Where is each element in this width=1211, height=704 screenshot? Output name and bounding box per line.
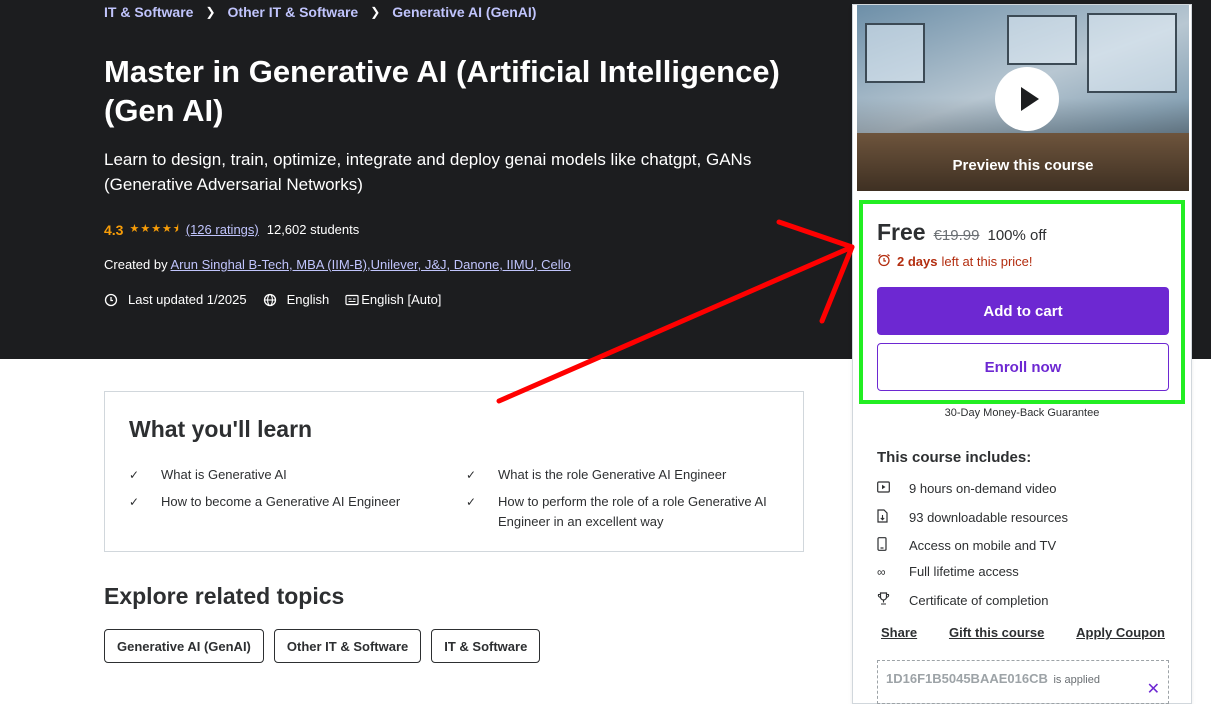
related-topics-tags: Generative AI (GenAI) Other IT & Softwar… (104, 629, 550, 663)
course-title: Master in Generative AI (Artificial Inte… (104, 54, 780, 128)
learn-item: ✓ How to become a Generative AI Engineer (129, 492, 449, 512)
gift-course-link[interactable]: Gift this course (949, 625, 1044, 640)
applied-coupon-box: 1D16F1B5045BAAE016CB is applied ✕ (877, 660, 1169, 704)
students-count: 12,602 students (266, 222, 360, 237)
file-download-icon (877, 509, 909, 526)
play-icon[interactable] (995, 67, 1059, 131)
learn-title: What you'll learn (129, 416, 313, 442)
breadcrumb-item-genai[interactable]: Generative AI (GenAI) (392, 4, 536, 20)
related-topics-title: Explore related topics (104, 583, 345, 609)
topic-tag-it-software[interactable]: IT & Software (431, 629, 541, 663)
include-item: Certificate of completion (877, 592, 1048, 608)
alert-clock-icon (104, 293, 118, 307)
breadcrumb: IT & Software ❯ Other IT & Software ❯ Ge… (104, 4, 536, 20)
check-icon: ✓ (129, 495, 140, 509)
course-language: English (286, 292, 330, 307)
learn-item-text: What is Generative AI (161, 467, 287, 482)
course-captions: English [Auto] (361, 292, 442, 307)
sidebar-links: Share Gift this course Apply Coupon (881, 625, 1165, 640)
ratings-count-link[interactable]: (126 ratings) (186, 222, 259, 237)
video-icon (877, 481, 909, 496)
check-icon: ✓ (466, 468, 477, 482)
purchase-sidebar-card: Preview this course Free €19.99 100% off… (852, 4, 1192, 704)
rating-row: 4.3 ★★★★⯨ (126 ratings) 12,602 students (104, 220, 359, 239)
course-meta-row: Last updated 1/2025 English English [Aut… (104, 292, 441, 307)
chevron-right-icon: ❯ (370, 5, 381, 19)
mobile-icon (877, 537, 909, 554)
created-by-row: Created by Arun Singhal B-Tech, MBA (IIM… (104, 257, 571, 272)
course-preview[interactable]: Preview this course (857, 5, 1189, 191)
learn-item: ✓ What is the role Generative AI Enginee… (466, 465, 786, 485)
include-item: 93 downloadable resources (877, 509, 1068, 526)
include-item: ∞ Full lifetime access (877, 564, 1019, 579)
globe-icon (263, 293, 277, 307)
topic-tag-other-it[interactable]: Other IT & Software (273, 629, 422, 663)
learn-item: ✓ How to perform the role of a role Gene… (466, 492, 786, 532)
include-item-text: Full lifetime access (909, 564, 1019, 579)
breadcrumb-item-other-it[interactable]: Other IT & Software (228, 4, 359, 20)
check-icon: ✓ (129, 468, 140, 482)
include-item: 9 hours on-demand video (877, 481, 1056, 496)
money-back-guarantee: 30-Day Money-Back Guarantee (944, 407, 1100, 419)
rating-value: 4.3 (104, 221, 124, 238)
course-subtitle: Learn to design, train, optimize, integr… (104, 150, 752, 194)
author-link[interactable]: Arun Singhal B-Tech, MBA (IIM-B),Unileve… (171, 257, 571, 272)
remove-coupon-icon[interactable]: ✕ (1147, 679, 1160, 699)
infinity-icon: ∞ (877, 564, 886, 579)
include-item: Access on mobile and TV (877, 537, 1056, 554)
coupon-code: 1D16F1B5045BAAE016CB (886, 671, 1048, 686)
learn-item-text: What is the role Generative AI Engineer (498, 467, 727, 482)
last-updated: Last updated 1/2025 (128, 292, 247, 307)
include-item-text: 9 hours on-demand video (909, 481, 1057, 496)
check-icon: ✓ (466, 495, 477, 509)
share-link[interactable]: Share (881, 625, 917, 640)
learn-item-text: How to perform the role of a role Genera… (498, 494, 767, 529)
coupon-code-wrapper: 1D16F1B5045BAAE016CB is applied (886, 671, 1100, 686)
closed-captions-icon (345, 293, 359, 307)
learn-item: ✓ What is Generative AI (129, 465, 449, 485)
breadcrumb-item-it-software[interactable]: IT & Software (104, 4, 193, 20)
include-item-text: Certificate of completion (909, 592, 1049, 608)
topic-tag-genai[interactable]: Generative AI (GenAI) (104, 629, 264, 663)
star-rating-icon: ★★★★⯨ (129, 223, 180, 235)
apply-coupon-link[interactable]: Apply Coupon (1076, 625, 1165, 640)
learn-item-text: How to become a Generative AI Engineer (161, 494, 401, 509)
what-youll-learn-box: What you'll learn ✓ What is Generative A… (104, 391, 804, 552)
preview-label: Preview this course (952, 157, 1094, 174)
include-item-text: Access on mobile and TV (909, 538, 1057, 553)
includes-title: This course includes: (877, 449, 1032, 466)
green-highlight-box (859, 200, 1185, 404)
include-item-text: 93 downloadable resources (909, 510, 1068, 525)
trophy-icon (877, 592, 909, 608)
chevron-right-icon: ❯ (205, 5, 216, 19)
coupon-applied-text: is applied (1053, 674, 1100, 686)
created-by-label: Created by (104, 257, 168, 272)
